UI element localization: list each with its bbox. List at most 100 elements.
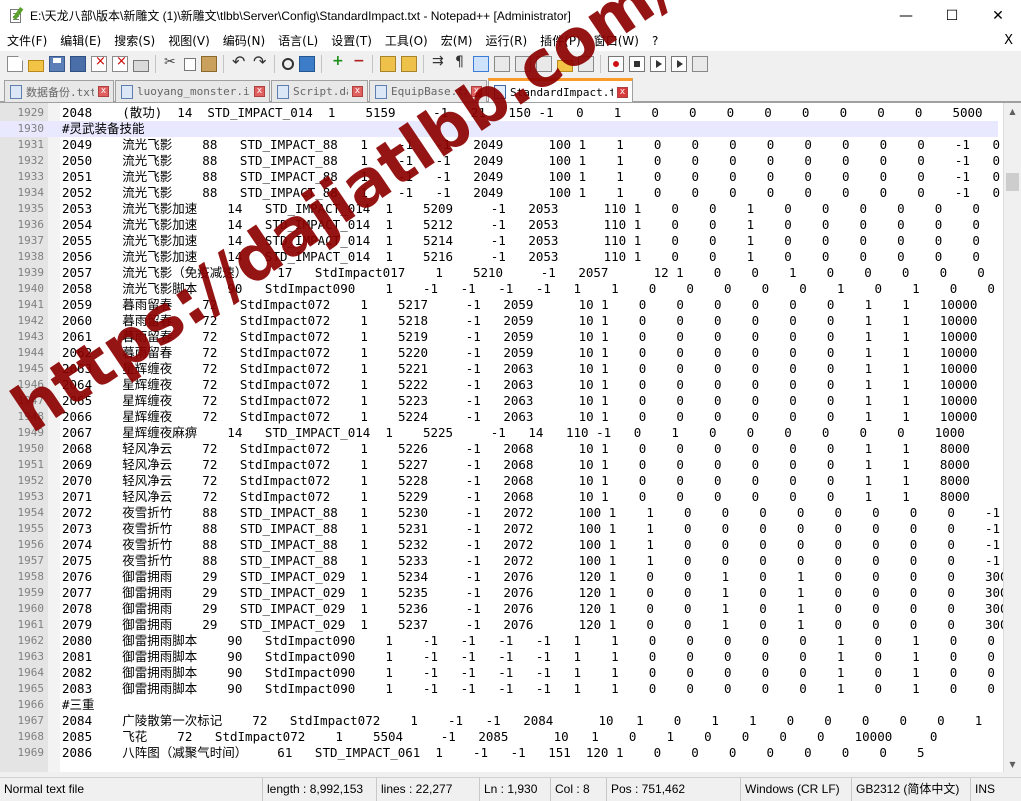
editor-line[interactable]: 1930 #灵武装备技能 (0, 121, 998, 137)
vertical-scrollbar[interactable]: ▲ ▼ (1003, 103, 1021, 772)
tab-close-icon[interactable]: x (98, 86, 109, 97)
editor-line[interactable]: 1947 2065 星辉缠夜 72 StdImpact072 1 5223 -1 … (0, 393, 998, 409)
user-lang-icon[interactable] (494, 56, 510, 72)
function-list-icon[interactable] (536, 56, 552, 72)
editor-line[interactable]: 1955 2073 夜雪折竹 88 STD_IMPACT_88 1 5231 -1… (0, 521, 1001, 537)
line-text[interactable]: 2059 暮雨留春 72 StdImpact072 1 5217 -1 2059… (62, 297, 977, 313)
editor-line[interactable]: 1959 2077 御雷拥雨 29 STD_IMPACT_029 1 5235 -… (0, 585, 1016, 601)
line-text[interactable]: 2084 广陵散第一次标记 72 StdImpact072 1 -1 -1 20… (62, 713, 982, 729)
menu-file[interactable]: 文件(F) (0, 31, 53, 51)
line-text[interactable]: 2061 暮雨留春 72 StdImpact072 1 5219 -1 2059… (62, 329, 977, 345)
undo-icon[interactable] (231, 52, 247, 72)
line-text[interactable]: 2051 流光飞影 88 STD_IMPACT_88 1 -1 -1 2049 … (62, 169, 1021, 185)
line-text[interactable]: 2064 星辉缠夜 72 StdImpact072 1 5222 -1 2063… (62, 377, 977, 393)
line-text[interactable]: 2048 (散功) 14 STD_IMPACT_014 1 5159 -1 21… (62, 105, 1021, 121)
editor-line[interactable]: 1937 2055 流光飞影加速 14 STD_IMPACT_014 1 5214… (0, 233, 1018, 249)
word-wrap-icon[interactable] (431, 53, 447, 72)
line-text[interactable]: 2086 八阵图（减聚气时间） 61 STD_IMPACT_061 1 -1 -… (62, 745, 925, 761)
macro-run-multiple-icon[interactable] (671, 56, 687, 72)
line-text[interactable]: 2079 御雷拥雨 29 STD_IMPACT_029 1 5237 -1 20… (62, 617, 1015, 633)
editor-line[interactable]: 1934 2052 流光飞影 88 STD_IMPACT_88 1 -1 -1 2… (0, 185, 1001, 201)
print-icon[interactable] (133, 60, 149, 72)
line-text[interactable]: 2083 御雷拥雨脚本 90 StdImpact090 1 -1 -1 -1 -… (62, 681, 995, 697)
editor-line[interactable]: 1952 2070 轻风净云 72 StdImpact072 1 5228 -1 … (0, 473, 998, 489)
menu-help[interactable]: ? (645, 31, 664, 51)
zoom-out-icon[interactable] (350, 53, 366, 72)
line-text[interactable]: 2054 流光飞影加速 14 STD_IMPACT_014 1 5212 -1 … (62, 217, 1021, 233)
editor-line[interactable]: 1961 2079 御雷拥雨 29 STD_IMPACT_029 1 5237 -… (0, 617, 1016, 633)
line-text[interactable]: 2070 轻风净云 72 StdImpact072 1 5228 -1 2068… (62, 473, 970, 489)
sync-horizontal-icon[interactable] (401, 56, 417, 72)
tab-close-icon[interactable]: x (254, 86, 265, 97)
text-lines[interactable]: 1929 2048 (散功) 14 STD_IMPACT_014 1 5159 -… (0, 105, 1021, 772)
tab-close-icon[interactable]: x (617, 86, 628, 98)
editor-line[interactable]: 1938 2056 流光飞影加速 14 STD_IMPACT_014 1 5216… (0, 249, 1018, 265)
line-text[interactable]: 2078 御雷拥雨 29 STD_IMPACT_029 1 5236 -1 20… (62, 601, 1015, 617)
line-text[interactable]: 2075 夜雪折竹 88 STD_IMPACT_88 1 5233 -1 207… (62, 553, 1021, 569)
line-text[interactable]: 2081 御雷拥雨脚本 90 StdImpact090 1 -1 -1 -1 -… (62, 649, 995, 665)
new-file-icon[interactable] (7, 56, 23, 72)
editor-line[interactable]: 1951 2069 轻风净云 72 StdImpact072 1 5227 -1 … (0, 457, 998, 473)
editor-line[interactable]: 1965 2083 御雷拥雨脚本 90 StdImpact090 1 -1 -1 … (0, 681, 998, 697)
macro-record-icon[interactable] (608, 56, 624, 72)
editor-line[interactable]: 1935 2053 流光飞影加速 14 STD_IMPACT_014 1 5209… (0, 201, 1018, 217)
close-file-icon[interactable] (91, 54, 107, 72)
tab-equipbase[interactable]: EquipBase.txt x (369, 80, 487, 102)
zoom-in-icon[interactable] (329, 53, 345, 72)
editor-line[interactable]: 1953 2071 轻风净云 72 StdImpact072 1 5229 -1 … (0, 489, 998, 505)
editor-line[interactable]: 1941 2059 暮雨留春 72 StdImpact072 1 5217 -1 … (0, 297, 998, 313)
macro-stop-icon[interactable] (629, 56, 645, 72)
save-icon[interactable] (49, 56, 65, 72)
macro-save-icon[interactable] (692, 56, 708, 72)
line-text[interactable]: 2071 轻风净云 72 StdImpact072 1 5229 -1 2068… (62, 489, 970, 505)
line-text[interactable]: 2068 轻风净云 72 StdImpact072 1 5226 -1 2068… (62, 441, 970, 457)
menu-window[interactable]: 窗口(W) (587, 31, 645, 51)
close-button[interactable]: ✕ (975, 0, 1021, 31)
line-text[interactable]: 2058 流光飞影脚本 90 StdImpact090 1 -1 -1 -1 -… (62, 281, 995, 297)
menu-view[interactable]: 视图(V) (161, 31, 216, 51)
tab-data-backup[interactable]: 数据备份.txt x (4, 80, 114, 102)
line-text[interactable]: #灵武装备技能 (62, 121, 145, 137)
editor-line[interactable]: 1969 2086 八阵图（减聚气时间） 61 STD_IMPACT_061 1 … (0, 745, 998, 761)
editor-line[interactable]: 1949 2067 星辉缠夜麻痹 14 STD_IMPACT_014 1 5225… (0, 425, 998, 441)
find-icon[interactable] (282, 58, 294, 70)
editor-line[interactable]: 1945 2063 星辉缠夜 72 StdImpact072 1 5221 -1 … (0, 361, 998, 377)
line-text[interactable]: 2067 星辉缠夜麻痹 14 STD_IMPACT_014 1 5225 -1 … (62, 425, 965, 441)
line-text[interactable]: 2050 流光飞影 88 STD_IMPACT_88 1 -1 -1 2049 … (62, 153, 1021, 169)
close-all-icon[interactable] (112, 54, 128, 72)
close-document-button[interactable]: X (1004, 31, 1013, 51)
scroll-thumb[interactable] (1006, 173, 1019, 191)
editor-line[interactable]: 1967 2084 广陵散第一次标记 72 StdImpact072 1 -1 -… (0, 713, 998, 729)
editor-line[interactable]: 1936 2054 流光飞影加速 14 STD_IMPACT_014 1 5212… (0, 217, 1018, 233)
scroll-up-icon[interactable]: ▲ (1004, 103, 1021, 120)
show-all-chars-icon[interactable] (452, 54, 468, 72)
editor-line[interactable]: 1933 2051 流光飞影 88 STD_IMPACT_88 1 -1 -1 2… (0, 169, 1001, 185)
line-text[interactable]: 2072 夜雪折竹 88 STD_IMPACT_88 1 5230 -1 207… (62, 505, 1021, 521)
save-all-icon[interactable] (70, 56, 86, 72)
line-text[interactable]: 2049 流光飞影 88 STD_IMPACT_88 1 -1 -1 2049 … (62, 137, 1021, 153)
line-text[interactable]: 2074 夜雪折竹 88 STD_IMPACT_88 1 5232 -1 207… (62, 537, 1021, 553)
editor-line[interactable]: 1932 2050 流光飞影 88 STD_IMPACT_88 1 -1 -1 2… (0, 153, 1001, 169)
line-text[interactable]: 2080 御雷拥雨脚本 90 StdImpact090 1 -1 -1 -1 -… (62, 633, 995, 649)
line-text[interactable]: 2073 夜雪折竹 88 STD_IMPACT_88 1 5231 -1 207… (62, 521, 1021, 537)
line-text[interactable]: #三重 (62, 697, 95, 713)
line-text[interactable]: 2057 流光飞影（免疫减速） 17 StdImpact017 1 5210 -… (62, 265, 1021, 281)
editor-line[interactable]: 1966 #三重 (0, 697, 998, 713)
tab-close-icon[interactable]: x (471, 86, 482, 97)
editor-line[interactable]: 1954 2072 夜雪折竹 88 STD_IMPACT_88 1 5230 -1… (0, 505, 1001, 521)
folder-workspace-icon[interactable] (557, 60, 573, 72)
menu-plugins[interactable]: 插件(P) (533, 31, 587, 51)
editor-line[interactable]: 1929 2048 (散功) 14 STD_IMPACT_014 1 5159 -… (0, 105, 998, 121)
tab-close-icon[interactable]: x (352, 86, 363, 97)
menu-language[interactable]: 语言(L) (271, 31, 324, 51)
editor-line[interactable]: 1943 2061 暮雨留春 72 StdImpact072 1 5219 -1 … (0, 329, 998, 345)
editor-line[interactable]: 1940 2058 流光飞影脚本 90 StdImpact090 1 -1 -1 … (0, 281, 998, 297)
editor-line[interactable]: 1958 2076 御雷拥雨 29 STD_IMPACT_029 1 5234 -… (0, 569, 1016, 585)
tab-luoyang-monster[interactable]: luoyang_monster.ini x (115, 80, 270, 102)
editor-line[interactable]: 1956 2074 夜雪折竹 88 STD_IMPACT_88 1 5232 -1… (0, 537, 1001, 553)
editor-line[interactable]: 1964 2082 御雷拥雨脚本 90 StdImpact090 1 -1 -1 … (0, 665, 998, 681)
line-text[interactable]: 2085 飞花 72 StdImpact072 1 5504 -1 2085 1… (62, 729, 937, 745)
monitor-icon[interactable] (578, 56, 594, 72)
line-text[interactable]: 2065 星辉缠夜 72 StdImpact072 1 5223 -1 2063… (62, 393, 977, 409)
line-text[interactable]: 2052 流光飞影 88 STD_IMPACT_88 1 -1 -1 2049 … (62, 185, 1021, 201)
